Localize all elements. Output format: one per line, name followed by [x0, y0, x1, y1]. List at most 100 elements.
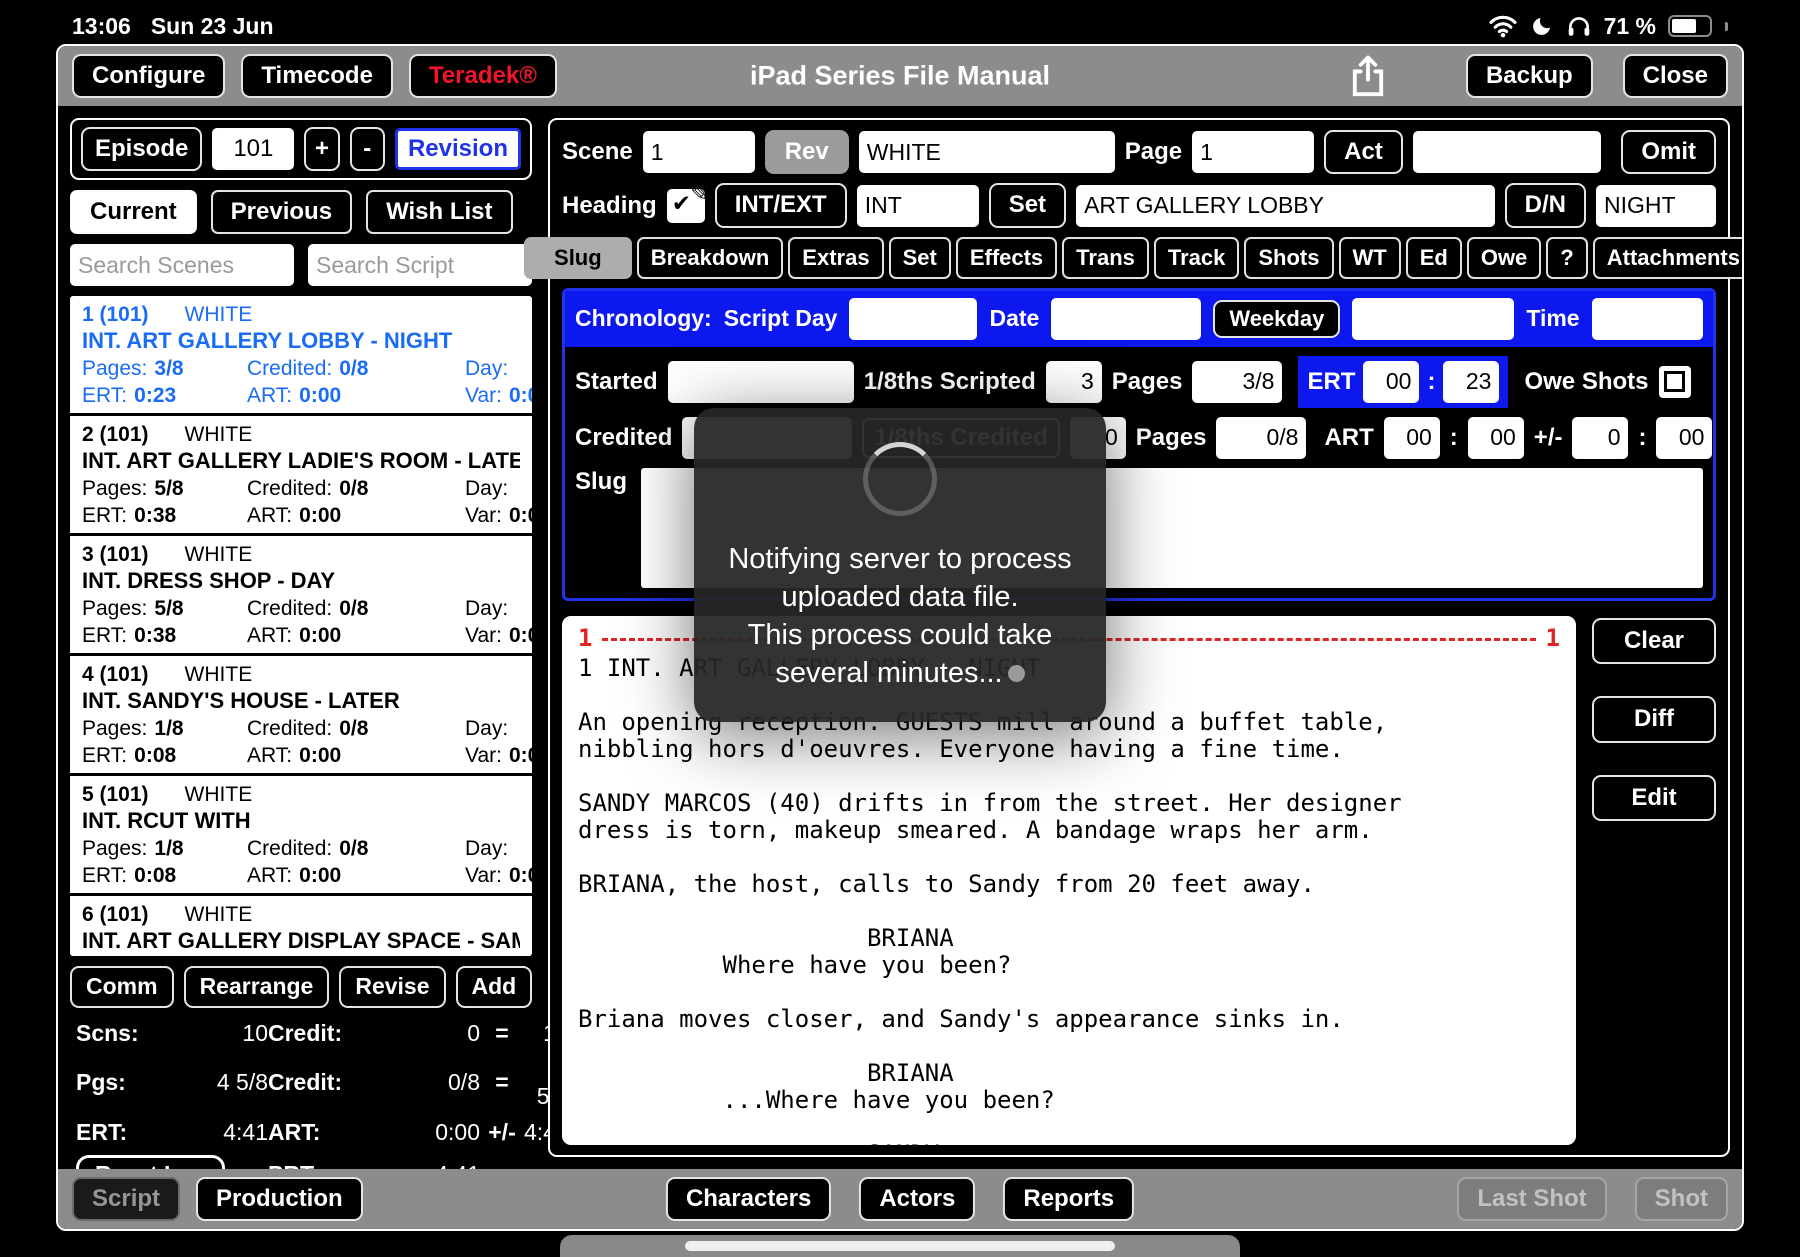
diff-button[interactable]: Diff — [1592, 696, 1716, 742]
scene-list-item-5[interactable]: 5 (101) WHITE INT. RCUT WITH Pages:1/8 C… — [70, 776, 532, 896]
var-label: Var: — [465, 624, 502, 647]
credit-count-label: Credit: — [268, 1020, 374, 1047]
scene-list-item-2[interactable]: 2 (101) WHITE INT. ART GALLERY LADIE'S R… — [70, 416, 532, 536]
ert-hours-input[interactable] — [1363, 361, 1419, 403]
share-upload-icon[interactable] — [1346, 53, 1390, 99]
scene-list-item-3[interactable]: 3 (101) WHITE INT. DRESS SHOP - DAY Page… — [70, 536, 532, 656]
tab-shots[interactable]: Shots — [1244, 237, 1333, 279]
omit-button[interactable]: Omit — [1621, 130, 1716, 174]
art-minutes-input[interactable] — [1468, 417, 1524, 459]
tab-wish-list[interactable]: Wish List — [366, 190, 512, 234]
page-number-input[interactable] — [1192, 131, 1314, 173]
plus-minus-minutes-input[interactable] — [1656, 417, 1712, 459]
eighths-scripted-input[interactable] — [1046, 361, 1102, 403]
revision-button[interactable]: Revision — [395, 128, 521, 170]
pages-scripted-input[interactable] — [1192, 361, 1282, 403]
weekday-button[interactable]: Weekday — [1213, 300, 1340, 338]
credited-label: Credited: — [247, 597, 332, 620]
tab-track[interactable]: Track — [1154, 237, 1240, 279]
int-ext-input[interactable] — [857, 185, 979, 227]
tab-ed[interactable]: Ed — [1406, 237, 1462, 279]
episode-plus-button[interactable]: + — [304, 127, 339, 171]
ert-stat: ERT:0:38 — [82, 503, 247, 528]
art-label: ART: — [247, 864, 292, 887]
scene-list[interactable]: 1 (101) WHITE INT. ART GALLERY LOBBY - N… — [70, 296, 532, 956]
reports-button[interactable]: Reports — [1003, 1177, 1134, 1221]
owe-shots-checkbox-inner — [1664, 371, 1685, 392]
pages-credited-input[interactable] — [1216, 417, 1306, 459]
ert-minutes-input[interactable] — [1443, 361, 1499, 403]
act-input[interactable] — [1413, 131, 1601, 173]
shot-button[interactable]: Shot — [1635, 1177, 1728, 1221]
art-hours-input[interactable] — [1384, 417, 1440, 459]
backup-button[interactable]: Backup — [1466, 54, 1593, 98]
add-button[interactable]: Add — [456, 966, 533, 1007]
day-night-button[interactable]: D/N — [1505, 183, 1586, 227]
search-scenes-input[interactable] — [70, 244, 294, 286]
production-nav-button[interactable]: Production — [196, 1177, 363, 1221]
date: Sun 23 Jun — [151, 13, 274, 40]
tab-help[interactable]: ? — [1546, 237, 1587, 279]
tab-extras[interactable]: Extras — [788, 237, 883, 279]
tab-current[interactable]: Current — [70, 190, 197, 234]
ert-stat: ERT:0:08 — [82, 863, 247, 888]
time-input[interactable] — [1592, 298, 1703, 340]
episode-minus-button[interactable]: - — [350, 127, 385, 171]
comm-button[interactable]: Comm — [70, 966, 174, 1007]
pgs-value: 4 5/8 — [162, 1069, 268, 1096]
clear-button[interactable]: Clear — [1592, 618, 1716, 664]
credited-stat: Credited:0/8 — [247, 356, 465, 381]
episode-number-input[interactable] — [212, 128, 294, 170]
tab-previous[interactable]: Previous — [211, 190, 352, 234]
script-day-input[interactable] — [849, 298, 977, 340]
actors-button[interactable]: Actors — [859, 1177, 975, 1221]
scene-stats-row-2: ERT:0:08 ART:0:00 Var:0:00 — [82, 743, 520, 768]
close-button[interactable]: Close — [1623, 54, 1728, 98]
tab-effects[interactable]: Effects — [956, 237, 1057, 279]
plus-minus-hours-input[interactable] — [1572, 417, 1628, 459]
tab-attachments[interactable]: Attachments — [1593, 237, 1742, 279]
scene-list-item-1[interactable]: 1 (101) WHITE INT. ART GALLERY LOBBY - N… — [70, 296, 532, 416]
script-nav-button[interactable]: Script — [72, 1177, 180, 1221]
episode-button[interactable]: Episode — [81, 127, 202, 171]
scene-header-row: Scene Rev Page Act Omit — [562, 130, 1716, 174]
act-button[interactable]: Act — [1324, 130, 1403, 174]
timecode-button[interactable]: Timecode — [241, 54, 393, 98]
set-input[interactable] — [1076, 185, 1495, 227]
reset-log-button[interactable]: Reset Log — [76, 1155, 225, 1169]
heading-checkbox[interactable]: ✔ ✎ — [667, 189, 705, 223]
tab-breakdown[interactable]: Breakdown — [637, 237, 784, 279]
tab-trans[interactable]: Trans — [1062, 237, 1149, 279]
scene-ruler-left-number: 1 — [578, 624, 592, 652]
tab-owe[interactable]: Owe — [1467, 237, 1541, 279]
clock: 13:06 — [72, 13, 131, 40]
owe-shots-checkbox[interactable] — [1659, 366, 1691, 398]
characters-button[interactable]: Characters — [666, 1177, 831, 1221]
int-ext-button[interactable]: INT/EXT — [715, 183, 847, 227]
configure-button[interactable]: Configure — [72, 54, 225, 98]
progress-message-line3: This process could take — [694, 616, 1106, 654]
started-input[interactable] — [668, 361, 854, 403]
scene-stats-row-2: ERT:0:38 ART:0:00 Var:0:00 — [82, 623, 520, 648]
edit-button[interactable]: Edit — [1592, 775, 1716, 821]
scene-list-item-6[interactable]: 6 (101) WHITE INT. ART GALLERY DISPLAY S… — [70, 896, 532, 956]
set-button[interactable]: Set — [989, 183, 1066, 227]
day-night-input[interactable] — [1596, 185, 1716, 227]
rearrange-button[interactable]: Rearrange — [184, 966, 330, 1007]
last-shot-button[interactable]: Last Shot — [1457, 1177, 1606, 1221]
home-indicator[interactable] — [685, 1241, 1115, 1251]
script-text[interactable]: 1 INT. ART GALLERY LOBBY - NIGHT An open… — [578, 655, 1560, 1145]
rev-button[interactable]: Rev — [765, 130, 849, 174]
rev-color-input[interactable] — [859, 131, 1115, 173]
art-total-label: ART: — [268, 1119, 374, 1146]
tab-slug[interactable]: Slug — [524, 237, 632, 279]
revise-button[interactable]: Revise — [339, 966, 445, 1007]
teradek-button[interactable]: Teradek® — [409, 54, 557, 98]
tab-wt[interactable]: WT — [1339, 237, 1401, 279]
tab-set[interactable]: Set — [889, 237, 951, 279]
weekday-input[interactable] — [1352, 298, 1514, 340]
scene-list-item-4[interactable]: 4 (101) WHITE INT. SANDY'S HOUSE - LATER… — [70, 656, 532, 776]
date-input[interactable] — [1051, 298, 1201, 340]
search-script-input[interactable] — [308, 244, 532, 286]
scene-number-input[interactable] — [643, 131, 755, 173]
